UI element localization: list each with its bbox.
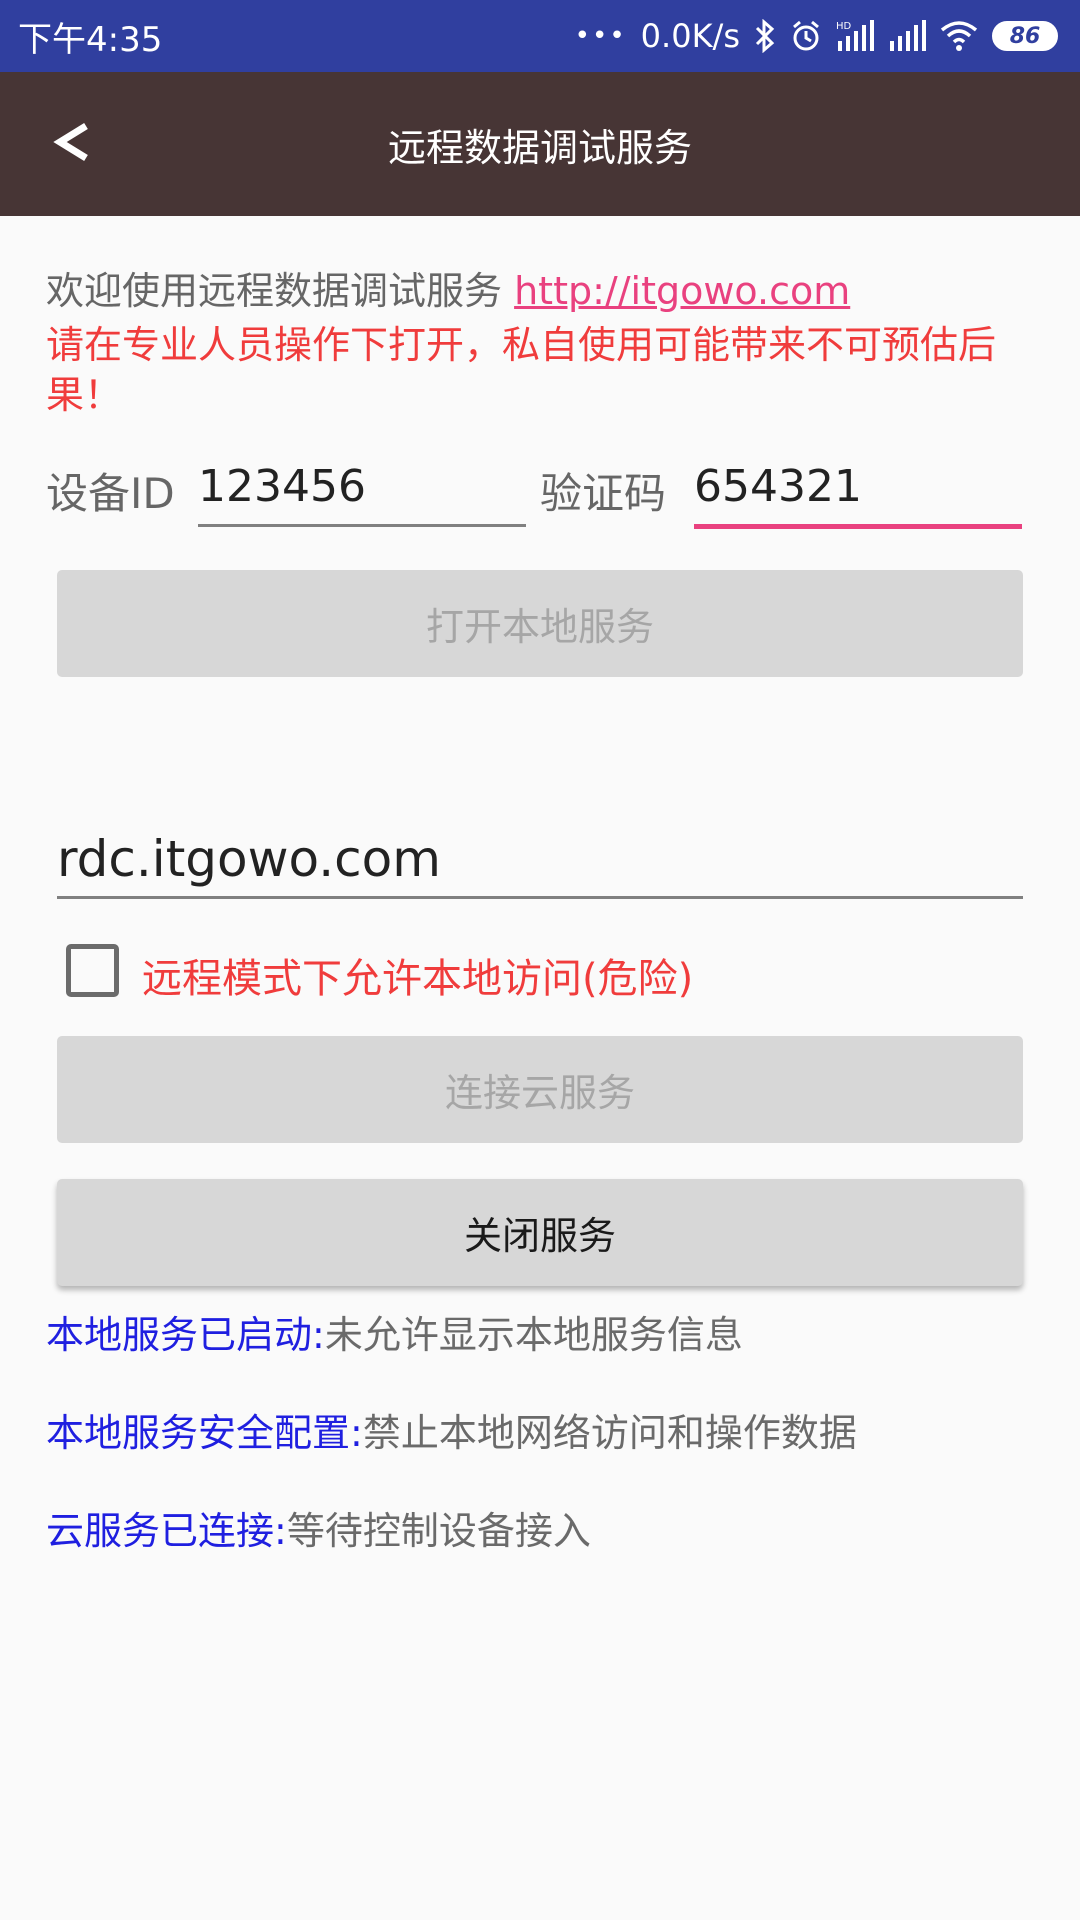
page-title: 远程数据调试服务 [387, 125, 692, 170]
server-address-underline [57, 896, 1023, 899]
verify-code-label: 验证码 [540, 469, 667, 518]
website-link[interactable]: http://itgowo.com [514, 269, 850, 313]
warning-text: 请在专业人员操作下打开，私自使用可能带来不可预估后果！ [46, 323, 997, 417]
status-icons: ••• 0.0K/s HD 86 [575, 17, 1058, 55]
info-value: 未允许显示本地服务信息 [324, 1313, 743, 1357]
info-security-config: 本地服务安全配置:禁止本地网络访问和操作数据 [46, 1408, 857, 1458]
alarm-icon [790, 19, 822, 53]
connect-cloud-button[interactable]: 连接云服务 [57, 1036, 1023, 1143]
status-bar: 下午4:35 ••• 0.0K/s HD 86 [0, 0, 1080, 72]
info-key: 本地服务已启动: [46, 1313, 325, 1357]
open-local-service-button[interactable]: 打开本地服务 [57, 570, 1023, 677]
device-id-label: 设备ID [46, 469, 175, 518]
device-id-underline [198, 524, 526, 527]
welcome-text: 欢迎使用远程数据调试服务 [46, 269, 515, 313]
info-cloud-service: 云服务已连接:等待控制设备接入 [46, 1506, 591, 1556]
wifi-icon [940, 20, 978, 52]
server-address-input[interactable] [57, 826, 1023, 892]
info-key: 本地服务安全配置: [46, 1411, 363, 1455]
toolbar: 远程数据调试服务 [0, 72, 1080, 216]
bluetooth-icon [754, 19, 776, 53]
back-button[interactable] [40, 110, 104, 174]
allow-local-access-checkbox[interactable] [66, 944, 119, 997]
device-id-input[interactable] [198, 456, 526, 516]
welcome-line: 欢迎使用远程数据调试服务 http://itgowo.com [46, 266, 1036, 316]
info-local-service: 本地服务已启动:未允许显示本地服务信息 [46, 1310, 743, 1360]
status-time: 下午4:35 [18, 19, 163, 60]
verify-code-underline [694, 524, 1022, 529]
battery-icon: 86 [992, 21, 1058, 51]
svg-text:HD: HD [836, 21, 852, 32]
info-value: 等待控制设备接入 [286, 1509, 591, 1553]
allow-local-access-label: 远程模式下允许本地访问(危险) [142, 956, 694, 1002]
hd-signal-icon: HD [836, 19, 874, 53]
signal-icon [888, 19, 926, 53]
network-speed: 0.0K/s [640, 17, 740, 55]
info-key: 云服务已连接: [46, 1509, 287, 1553]
verify-code-input[interactable] [694, 456, 1022, 516]
back-arrow-icon [53, 123, 88, 161]
more-dots: ••• [574, 21, 627, 51]
close-service-button[interactable]: 关闭服务 [57, 1179, 1023, 1286]
info-value: 禁止本地网络访问和操作数据 [362, 1411, 857, 1455]
